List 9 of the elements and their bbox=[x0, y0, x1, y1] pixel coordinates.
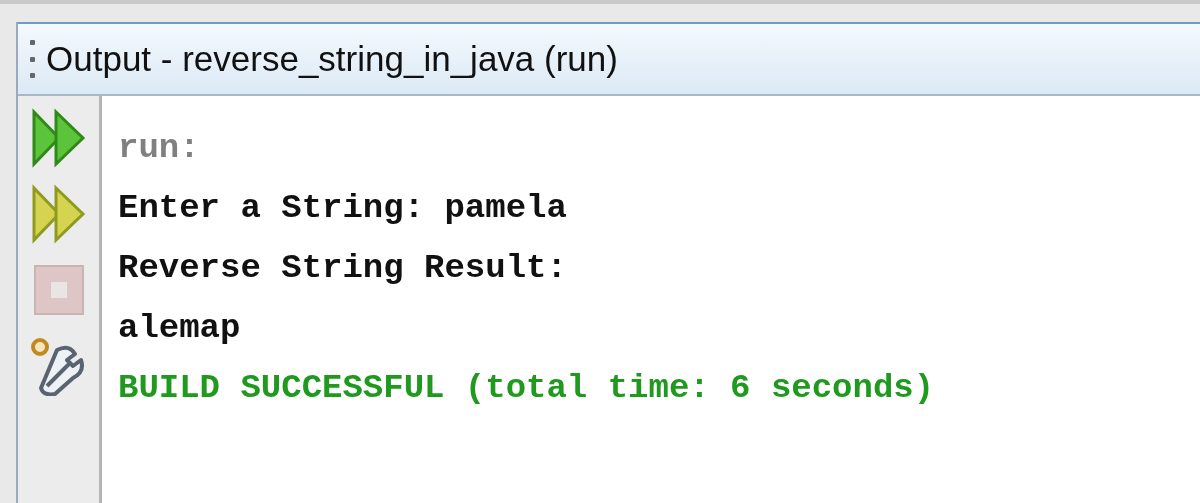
double-play-icon[interactable] bbox=[30, 184, 87, 244]
panel-title: Output - reverse_string_in_java (run) bbox=[46, 39, 618, 79]
output-line: Reverse String Result: bbox=[118, 248, 568, 289]
output-line: alemap bbox=[118, 308, 242, 349]
grip-icon[interactable] bbox=[30, 40, 36, 78]
output-line: Enter a String: pamela bbox=[118, 188, 568, 229]
output-line: BUILD SUCCESSFUL (total time: 6 seconds) bbox=[118, 368, 935, 409]
output-line: run: bbox=[118, 128, 201, 169]
double-play-icon[interactable] bbox=[30, 108, 87, 168]
